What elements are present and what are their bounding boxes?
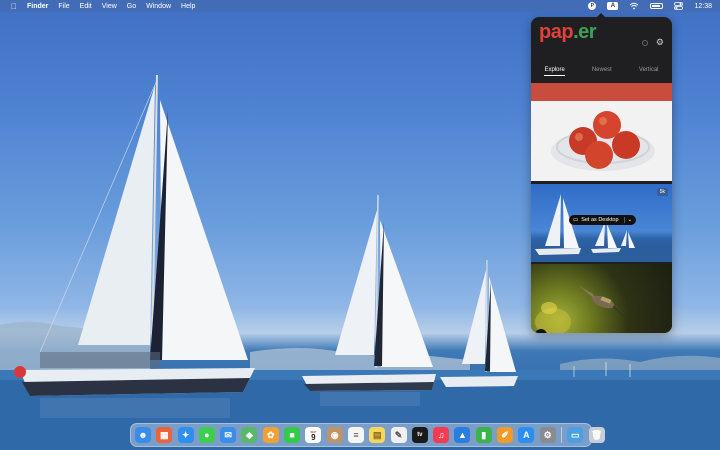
logo-text-green: .er bbox=[573, 21, 597, 43]
menu-app-name[interactable]: Finder bbox=[27, 3, 48, 10]
popover-tabs: Explore Newest Vertical bbox=[531, 67, 672, 76]
safari-icon[interactable]: ✦ bbox=[177, 427, 194, 443]
paper-menubar-icon[interactable]: P bbox=[588, 2, 597, 10]
resolution-badge: 5k bbox=[656, 188, 668, 196]
notes-icon[interactable]: ▤ bbox=[369, 427, 386, 443]
mail-icon[interactable]: ✉ bbox=[220, 427, 237, 443]
facetime-icon[interactable]: ■ bbox=[284, 427, 301, 443]
wallpaper-thumbnail-sailboats[interactable]: 5k ▭ Set as Desktop ⌄ bbox=[531, 184, 672, 262]
button-divider bbox=[623, 217, 625, 223]
set-as-desktop-label: Set as Desktop bbox=[581, 217, 619, 223]
status-area: P A 12:38 bbox=[588, 0, 712, 12]
apple-icon[interactable]:  bbox=[9, 2, 19, 11]
set-as-desktop-button[interactable]: ▭ Set as Desktop ⌄ bbox=[569, 215, 637, 225]
tv-icon[interactable]: tv bbox=[411, 427, 428, 443]
launchpad-icon[interactable]: ▦ bbox=[156, 427, 173, 443]
wallpaper-thumbnail-apples[interactable] bbox=[531, 101, 672, 181]
pages-icon[interactable]: ✐ bbox=[497, 427, 514, 443]
finder-icon[interactable]: ☻ bbox=[135, 427, 151, 443]
menu-edit[interactable]: Edit bbox=[80, 3, 92, 10]
freeform-icon[interactable]: ✎ bbox=[390, 427, 407, 443]
messages-icon[interactable]: ● bbox=[198, 427, 215, 443]
numbers-icon[interactable]: ▮ bbox=[475, 427, 492, 443]
monitor-icon: ▭ bbox=[573, 217, 579, 223]
input-source-icon[interactable]: A bbox=[607, 2, 619, 10]
menu-go[interactable]: Go bbox=[127, 3, 136, 10]
dock: ☻ ▦ ✦ ● ✉ ◆ ✿ ■ SEP 9 ◉ ≡ ▤ ✎ tv ♫ ▲ ▮ ✐ A ⚙ ▭ 🗑 bbox=[130, 423, 605, 447]
paper-logo: pap.er bbox=[539, 21, 597, 44]
menu-view[interactable]: View bbox=[102, 3, 117, 10]
calendar-day: 9 bbox=[311, 432, 316, 442]
tab-vertical[interactable]: Vertical bbox=[639, 67, 659, 76]
hummingbird-art bbox=[535, 286, 624, 333]
wallpaper-thumbnail-hummingbird[interactable]: ↓ bbox=[531, 264, 672, 333]
menu-help[interactable]: Help bbox=[181, 3, 195, 10]
apples-art bbox=[551, 111, 655, 171]
music-icon[interactable]: ♫ bbox=[433, 427, 450, 443]
maps-icon[interactable]: ◆ bbox=[241, 427, 258, 443]
wallpaper-thumbnail-red[interactable] bbox=[531, 83, 672, 101]
logo-text-red: pap bbox=[539, 21, 574, 43]
dock-separator bbox=[560, 427, 562, 443]
system-settings-icon[interactable]: ⚙ bbox=[539, 427, 556, 443]
wifi-icon[interactable] bbox=[629, 2, 639, 10]
chevron-down-icon[interactable]: ⌄ bbox=[628, 217, 633, 223]
paper-popover: pap.er ⚙ Explore Newest Vertical 5k ▭ Se… bbox=[531, 17, 672, 333]
menu-file[interactable]: File bbox=[58, 3, 69, 10]
downloads-folder-icon[interactable]: ▭ bbox=[567, 427, 584, 443]
menubar-clock[interactable]: 12:38 bbox=[694, 3, 712, 10]
battery-icon[interactable] bbox=[650, 3, 664, 9]
menu-bar:  Finder File Edit View Go Window Help P… bbox=[0, 0, 720, 12]
gear-icon[interactable]: ⚙ bbox=[656, 38, 664, 47]
tab-explore[interactable]: Explore bbox=[544, 67, 565, 76]
popover-header-icons: ⚙ bbox=[641, 38, 664, 47]
contacts-icon[interactable]: ◉ bbox=[326, 427, 343, 443]
reminders-icon[interactable]: ≡ bbox=[347, 427, 364, 443]
keynote-icon[interactable]: ▲ bbox=[454, 427, 471, 443]
control-center-icon[interactable] bbox=[674, 2, 684, 10]
tab-newest[interactable]: Newest bbox=[592, 67, 612, 76]
calendar-icon[interactable]: SEP 9 bbox=[305, 427, 322, 443]
app-store-icon[interactable]: A bbox=[518, 427, 535, 443]
status-dot-icon[interactable] bbox=[641, 39, 648, 46]
trash-icon[interactable]: 🗑 bbox=[588, 427, 605, 443]
photos-icon[interactable]: ✿ bbox=[262, 427, 279, 443]
menu-window[interactable]: Window bbox=[146, 3, 171, 10]
